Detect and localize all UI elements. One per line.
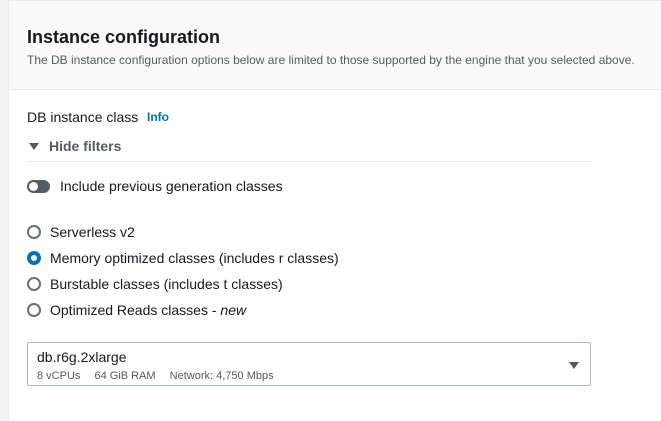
instance-configuration-panel: Instance configuration The DB instance c… [8,0,661,421]
db-instance-class-label: DB instance class [27,109,139,125]
ram-amount: 64 GiB RAM [94,370,156,382]
section-title: Instance configuration [27,27,221,47]
radio-option-burstable[interactable]: Burstable classes (includes t classes) [27,271,339,297]
selected-instance-details: 8 vCPUs 64 GiB RAM Network: 4,750 Mbps [37,369,285,383]
previous-generation-label: Include previous generation classes [60,178,283,194]
filter-divider [27,161,592,162]
section-description: The DB instance configuration options be… [27,53,635,67]
radio-button[interactable] [27,303,41,317]
radio-button[interactable] [27,225,41,239]
new-badge-text: new [220,302,247,318]
instance-class-select[interactable]: db.r6g.2xlarge 8 vCPUs 64 GiB RAM Networ… [27,342,591,386]
previous-generation-row: Include previous generation classes [27,177,283,195]
hide-filters-label: Hide filters [49,138,122,154]
caret-down-icon [569,362,579,369]
radio-option-optimized-reads[interactable]: Optimized Reads classes - new [27,297,339,323]
radio-label: Burstable classes (includes t classes) [50,276,283,292]
radio-button[interactable] [27,277,41,291]
info-link[interactable]: Info [147,109,169,125]
radio-option-serverless-v2[interactable]: Serverless v2 [27,219,339,245]
caret-down-icon [29,143,39,150]
instance-class-radio-group: Serverless v2 Memory optimized classes (… [27,219,339,323]
toggle-knob [29,181,38,191]
hide-filters-toggle[interactable]: Hide filters [29,137,121,155]
vcpu-count: 8 vCPUs [37,370,81,382]
radio-label: Optimized Reads classes - new [50,302,247,318]
previous-generation-toggle[interactable] [27,179,50,193]
selected-instance-value: db.r6g.2xlarge [37,349,127,365]
radio-button-selected[interactable] [27,251,41,265]
radio-label: Memory optimized classes (includes r cla… [50,250,339,266]
panel-header: Instance configuration The DB instance c… [9,1,661,90]
network-bandwidth: Network: 4,750 Mbps [169,370,274,382]
radio-option-memory-optimized[interactable]: Memory optimized classes (includes r cla… [27,245,339,271]
radio-label: Serverless v2 [50,224,135,240]
